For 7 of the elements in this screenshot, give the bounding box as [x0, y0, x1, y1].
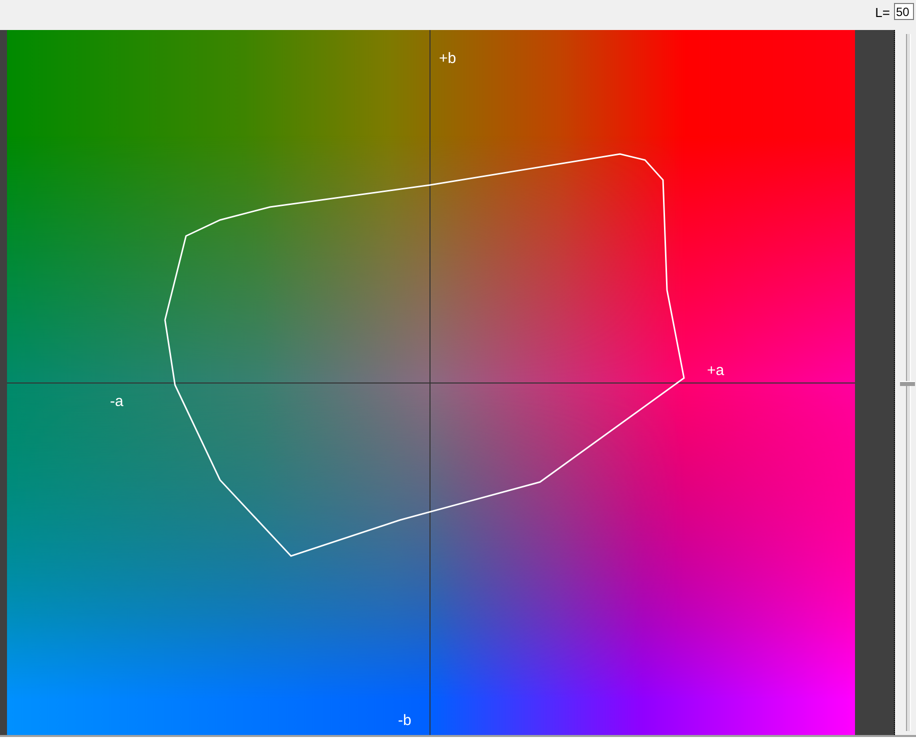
- axis-label: +a: [707, 362, 724, 379]
- axis-label: +b: [439, 50, 456, 67]
- lightness-input[interactable]: 50: [894, 3, 914, 20]
- lightness-label: L=: [875, 5, 890, 20]
- axis-label: -b: [398, 712, 412, 729]
- slider-thumb[interactable]: [900, 380, 915, 386]
- axis-label: -a: [110, 393, 124, 410]
